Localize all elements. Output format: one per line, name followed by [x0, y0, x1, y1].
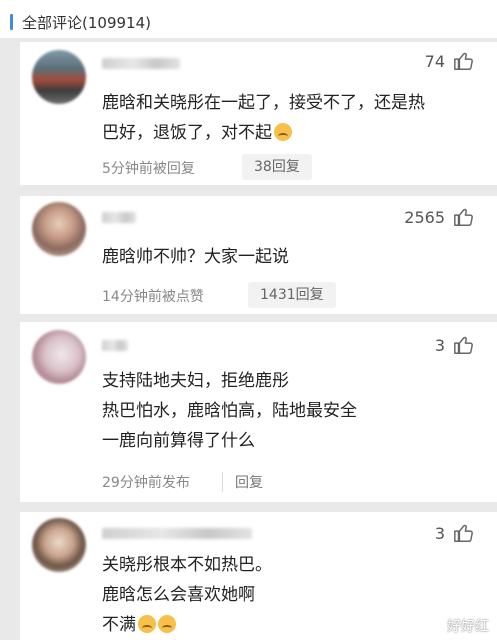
comment-line: 支持陆地夫妇，拒绝鹿彤 — [102, 371, 289, 391]
timestamp: 29分钟前发布 — [102, 475, 190, 491]
avatar[interactable] — [32, 330, 86, 384]
comment-text: 鹿晗帅不帅？大家一起说 — [102, 242, 482, 272]
timestamp: 14分钟前被点赞 — [102, 289, 204, 305]
reply-count-button[interactable]: 1431回复 — [248, 282, 336, 308]
thumbs-up-icon[interactable] — [453, 522, 475, 544]
comment-line: 关晓彤根本不如热巴。 — [102, 555, 272, 575]
thumbs-up-icon[interactable] — [453, 206, 475, 228]
thumbs-up-icon[interactable] — [453, 50, 475, 72]
reply-button[interactable]: 回复 — [222, 472, 263, 492]
comment-card: 2565 鹿晗帅不帅？大家一起说 14分钟前被点赞 1431回复 — [20, 196, 497, 314]
comment-line: 一鹿向前算得了什么 — [102, 431, 255, 451]
avatar[interactable] — [32, 518, 86, 572]
thumbs-up-icon[interactable] — [453, 334, 475, 356]
timestamp: 5分钟前被回复 — [102, 161, 195, 177]
header-accent-bar — [10, 14, 13, 30]
crying-face-icon — [138, 615, 156, 633]
username-blurred[interactable] — [102, 340, 128, 351]
comment-text: 支持陆地夫妇，拒绝鹿彤 热巴怕水，鹿晗怕高，陆地最安全 一鹿向前算得了什么 — [102, 366, 482, 456]
comment-text: 关晓彤根本不如热巴。 鹿晗怎么会喜欢她啊 不满 — [102, 550, 482, 640]
comment-card: 3 关晓彤根本不如热巴。 鹿晗怎么会喜欢她啊 不满 — [20, 512, 497, 640]
sad-face-icon — [274, 123, 292, 141]
comments-count-title: 全部评论(109914) — [22, 14, 151, 32]
username-blurred[interactable] — [102, 58, 180, 69]
like-count: 2565 — [404, 208, 445, 227]
comment-line: 热巴怕水，鹿晗怕高，陆地最安全 — [102, 401, 357, 421]
like-count: 3 — [434, 336, 445, 355]
like-count: 74 — [424, 52, 445, 71]
comment-line: 鹿晗怎么会喜欢她啊 — [102, 585, 255, 605]
avatar[interactable] — [32, 50, 86, 104]
crying-face-icon — [158, 615, 176, 633]
avatar[interactable] — [32, 202, 86, 256]
comments-header: 全部评论(109914) — [0, 0, 497, 38]
username-blurred[interactable] — [102, 212, 136, 223]
watermark: 好好红 — [447, 619, 489, 635]
comment-line: 鹿晗帅不帅？大家一起说 — [102, 247, 289, 267]
comment-text: 鹿晗和关晓彤在一起了，接受不了，还是热 巴好，退饭了，对不起 — [102, 88, 482, 148]
reply-count-button[interactable]: 38回复 — [242, 154, 312, 180]
like-count: 3 — [434, 524, 445, 543]
comment-line: 不满 — [102, 610, 482, 640]
comment-card: 3 支持陆地夫妇，拒绝鹿彤 热巴怕水，鹿晗怕高，陆地最安全 一鹿向前算得了什么 … — [20, 322, 497, 502]
comment-line: 鹿晗和关晓彤在一起了，接受不了，还是热 — [102, 93, 425, 113]
comment-line: 巴好，退饭了，对不起 — [102, 118, 482, 148]
username-blurred[interactable] — [102, 528, 252, 539]
comment-card: 74 鹿晗和关晓彤在一起了，接受不了，还是热 巴好，退饭了，对不起 5分钟前被回… — [20, 42, 497, 185]
